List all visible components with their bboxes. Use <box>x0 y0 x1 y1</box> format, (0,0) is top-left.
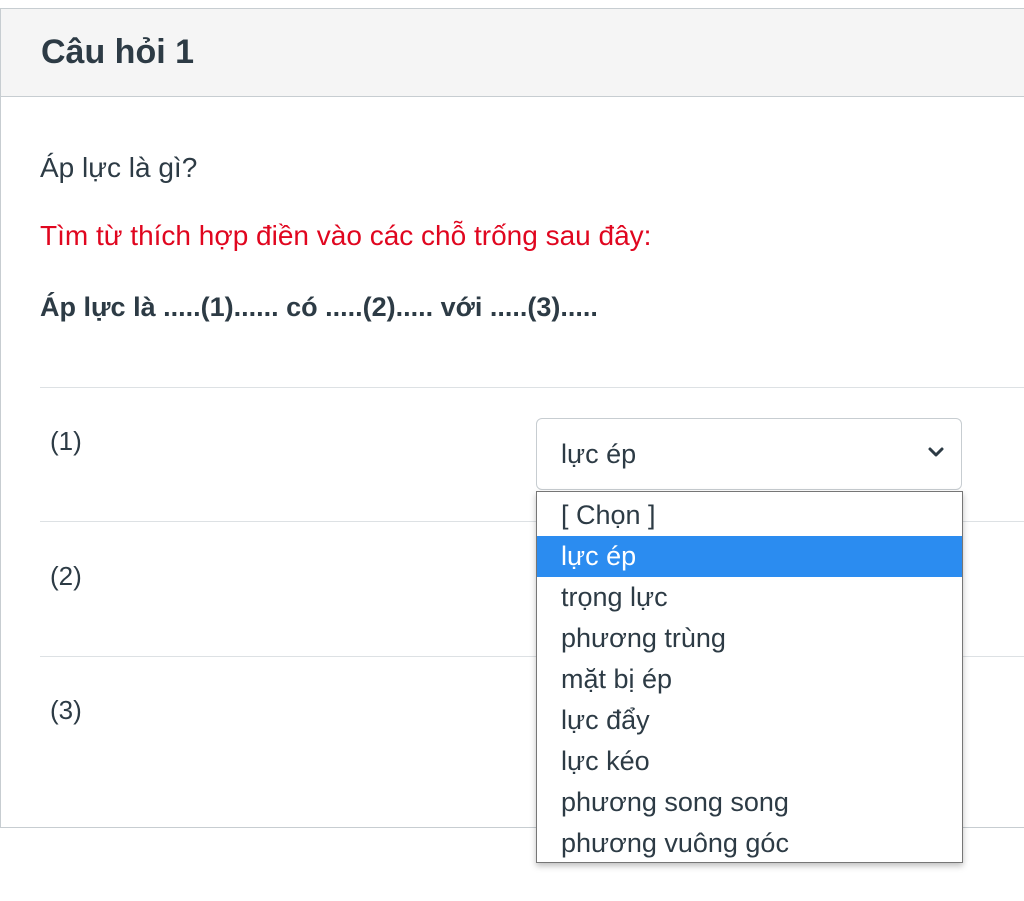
dropdown-option[interactable]: phương trùng <box>537 618 962 659</box>
dropdown-option[interactable]: trọng lực <box>537 577 962 618</box>
blank-label-2: (2) <box>50 561 82 591</box>
blank-1-selected-value: lực ép <box>561 438 637 469</box>
blank-1-select[interactable]: lực ép <box>536 418 962 490</box>
question-statement: Áp lực là .....(1)...... có .....(2)....… <box>40 292 598 322</box>
dropdown-option[interactable]: phương vuông góc <box>537 823 962 864</box>
blank-label-3: (3) <box>50 695 82 725</box>
dropdown-option[interactable]: lực kéo <box>537 741 962 782</box>
question-title: Câu hỏi 1 <box>41 33 195 71</box>
blank-label-1: (1) <box>50 426 82 456</box>
dropdown-option[interactable]: [ Chọn ] <box>537 495 962 536</box>
row-divider <box>40 387 1024 388</box>
blank-1-dropdown-list: [ Chọn ] lực ép trọng lực phương trùng m… <box>536 491 963 863</box>
question-instruction: Tìm từ thích hợp điền vào các chỗ trống … <box>40 220 652 251</box>
question-prompt: Áp lực là gì? <box>40 152 198 183</box>
dropdown-option[interactable]: mặt bị ép <box>537 659 962 700</box>
dropdown-option-highlighted[interactable]: lực ép <box>537 536 962 577</box>
dropdown-option[interactable]: lực đẩy <box>537 700 962 741</box>
dropdown-option[interactable]: phương song song <box>537 782 962 823</box>
chevron-down-icon <box>928 447 944 457</box>
question-header: Câu hỏi 1 <box>1 9 1024 97</box>
